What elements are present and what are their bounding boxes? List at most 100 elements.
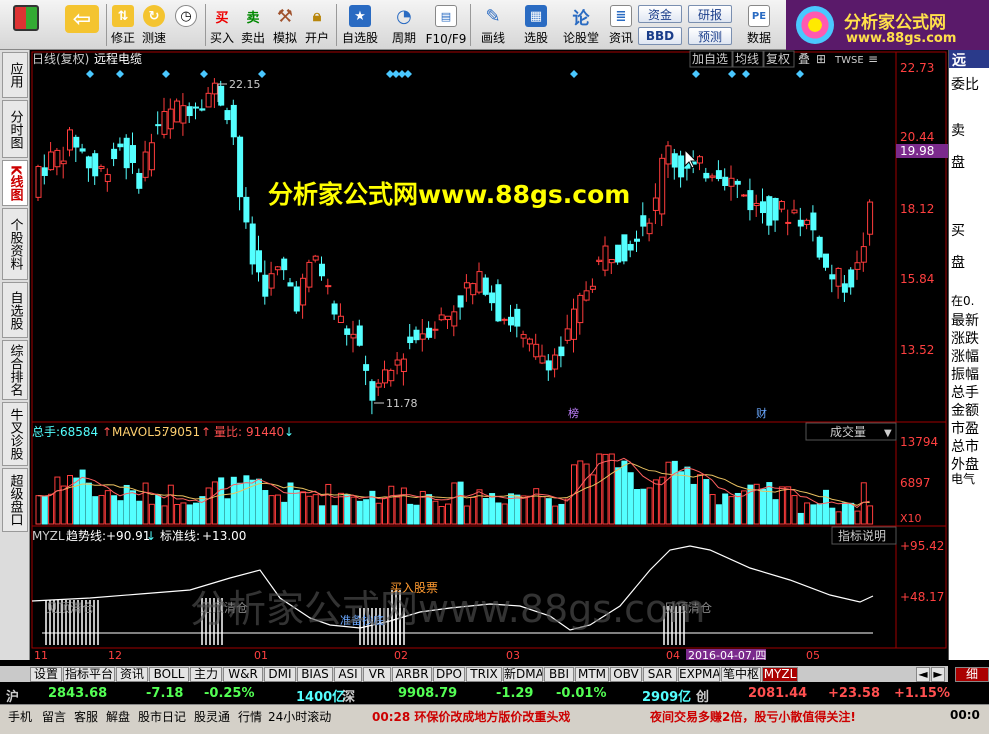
status-lingtong[interactable]: 股灵通 xyxy=(194,708,230,725)
indicator-tab[interactable]: OBV xyxy=(610,667,642,682)
toolbar-sell-button[interactable]: 卖 卖出 xyxy=(238,2,268,48)
left-tab-orderbook[interactable]: 超级盘口 xyxy=(2,468,28,532)
signal-label: 见顶清仓 xyxy=(46,601,94,615)
indicator-tab[interactable]: DPO xyxy=(433,667,465,682)
indicator-tab[interactable]: MTM xyxy=(575,667,609,682)
sell-icon: 卖 xyxy=(246,10,260,26)
down-arrow-icon: ↓ xyxy=(284,425,294,439)
status-message[interactable]: 留言 xyxy=(42,708,66,725)
research-button[interactable]: 研报 xyxy=(688,5,732,23)
indicator-tab[interactable]: DMI xyxy=(264,667,296,682)
indicator-tab[interactable]: MYZL xyxy=(762,667,798,682)
updown-arrow-icon: ⇅ xyxy=(112,5,134,27)
sz-change: -1.29 xyxy=(496,686,534,701)
kline-chart[interactable]: 日线(复权) 远程电缆 加自选 均线 复权 叠 ⊞ TWSE ≡ 22.73 2… xyxy=(30,50,948,660)
toolbar-draw-button[interactable]: ✎ 画线 xyxy=(474,2,512,48)
indicator-tab[interactable]: 设置 xyxy=(30,667,62,682)
twse-button[interactable]: TWSE xyxy=(834,55,864,66)
watermark-text: 分析家公式网www.88gs.com xyxy=(268,180,630,209)
indicator-tab[interactable]: BOLL xyxy=(149,667,189,682)
toolbar-open-account-button[interactable]: 🔒︎ 开户 xyxy=(302,2,332,48)
status-quotes[interactable]: 行情 xyxy=(238,708,262,725)
toolbar-grid-button[interactable] xyxy=(4,2,48,48)
toolbar-f10-button[interactable]: ▤ F10/F9 xyxy=(424,2,468,48)
add-watchlist-button[interactable]: 加自选 xyxy=(692,52,728,66)
indicator-tab[interactable]: 新DMA xyxy=(503,667,543,682)
toolbar-info-button[interactable]: ≣ 资讯 xyxy=(606,2,636,48)
scroll-left-button[interactable]: ◄ xyxy=(916,667,930,682)
cy-label: 创 xyxy=(696,690,710,705)
detail-button[interactable]: 细 xyxy=(955,667,989,682)
left-tab-watchlist[interactable]: 自选股 xyxy=(2,282,28,338)
indicator-tab[interactable]: ASI xyxy=(334,667,362,682)
toolbar-select-button[interactable]: ▦ 选股 xyxy=(516,2,556,48)
left-tab-ranking[interactable]: 综合排名 xyxy=(2,340,28,400)
left-tab-timeshare[interactable]: 分时图 xyxy=(2,100,28,158)
price-tick: 22.73 xyxy=(900,61,934,75)
left-tab-kline[interactable]: K线图 xyxy=(2,160,28,206)
status-analysis[interactable]: 解盘 xyxy=(106,708,130,725)
pen-icon: ✎ xyxy=(485,5,501,27)
menu-icon[interactable]: ≡ xyxy=(868,52,878,66)
status-service[interactable]: 客服 xyxy=(74,708,98,725)
toolbar-fix-button[interactable]: ⇅ 修正 xyxy=(108,2,138,48)
sz-label: 深 xyxy=(342,690,356,705)
volume-ratio-value: 91440 xyxy=(246,425,284,439)
indicator-tab[interactable]: SAR xyxy=(643,667,677,682)
overlay-button[interactable]: 叠 xyxy=(798,52,810,66)
indicator-tab[interactable]: ARBR xyxy=(392,667,432,682)
indicator-tab[interactable]: 指标平台 xyxy=(63,667,115,682)
buy-label: 盘 xyxy=(951,255,965,271)
toolbar-data-button[interactable]: PE 数据 xyxy=(742,2,776,48)
quote-row: 总手 xyxy=(951,385,979,401)
indicator-tab[interactable]: VR xyxy=(363,667,391,682)
capital-button[interactable]: 资金 xyxy=(638,5,682,23)
sell-label: 卖 xyxy=(951,123,965,139)
toolbar-back-button[interactable]: ⇦ xyxy=(62,2,102,48)
status-diary[interactable]: 股市日记 xyxy=(138,708,186,725)
left-tab-diagnose[interactable]: 牛叉诊股 xyxy=(2,402,28,466)
pe-icon: PE xyxy=(748,5,770,27)
logo-url: www.88gs.com xyxy=(846,31,957,46)
toolbar-buy-button[interactable]: 买 买入 xyxy=(207,2,237,48)
price-tick: 13.52 xyxy=(900,343,934,357)
indicator-tabs: 设置 指标平台 资讯 BOLL 主力 W&R DMI BIAS ASI VR ARBR DPO TRIX… xyxy=(30,666,948,682)
indicator-tab[interactable]: 笔中枢 xyxy=(721,667,761,682)
status-mobile[interactable]: 手机 xyxy=(8,708,32,725)
toolbar-forum-button[interactable]: 论 论股堂 xyxy=(560,2,602,48)
indicator-help-button[interactable]: 指标说明 xyxy=(831,526,897,545)
indicator-tab[interactable]: EXPMA xyxy=(678,667,720,682)
left-tab-apps[interactable]: 应用 xyxy=(2,52,28,98)
layout-icon[interactable]: ⊞ xyxy=(816,52,826,66)
down-arrow-icon: ↓ xyxy=(146,529,156,543)
sh-change: -7.18 xyxy=(146,686,184,701)
toolbar-clock-button[interactable]: ◷ 测速 xyxy=(170,2,202,48)
scroll-right-button[interactable]: ► xyxy=(931,667,945,682)
volume-dropdown-label: 成交量 xyxy=(830,424,866,439)
myzl-trend-value: +90.91 xyxy=(106,529,150,543)
toolbar-simulate-button[interactable]: ⚒ 模拟 xyxy=(270,2,300,48)
volume-dropdown[interactable]: 成交量 ▼ xyxy=(805,422,897,441)
indicator-tab[interactable]: BBI xyxy=(544,667,574,682)
indicator-tab[interactable]: W&R xyxy=(223,667,263,682)
ma-button[interactable]: 均线 xyxy=(735,52,759,66)
status-rolling[interactable]: 24小时滚动 xyxy=(268,708,331,725)
adjust-button[interactable]: 复权 xyxy=(766,52,790,66)
indicator-tab[interactable]: BIAS xyxy=(297,667,333,682)
toolbar-speed-button[interactable]: ↻ 测速 xyxy=(139,2,169,48)
bbd-button[interactable]: BBD xyxy=(638,27,682,45)
toolbar-period-button[interactable]: ◔ 周期 xyxy=(386,2,422,48)
chevron-down-icon: ▼ xyxy=(884,428,892,439)
news-headline-2[interactable]: 夜间交易多赚2倍，股亏小散值得关注! xyxy=(650,708,856,725)
indicator-tab[interactable]: 资讯 xyxy=(116,667,148,682)
event-tag: 榜 xyxy=(568,406,579,420)
indicator-tab[interactable]: 主力 xyxy=(190,667,222,682)
hammer-icon: ⚒ xyxy=(276,5,294,27)
right-quote-panel: 远 委比 卖 盘 买 盘 在0. 最新 涨跌 涨幅 振幅 总手 金额 市盈 总市… xyxy=(948,50,989,660)
forecast-button[interactable]: 预测 xyxy=(688,27,732,45)
toolbar-watchlist-button[interactable]: ★ 自选股 xyxy=(340,2,380,48)
left-tab-profile[interactable]: 个股资料 xyxy=(2,208,28,280)
index-ticker-bar: 沪 2843.68 -7.18 -0.25% 1400亿 深 9908.79 -… xyxy=(0,684,989,705)
indicator-tab[interactable]: TRIX xyxy=(466,667,502,682)
news-headline-1[interactable]: 00:28 环保价改成地方版价改重头戏 xyxy=(372,708,570,725)
